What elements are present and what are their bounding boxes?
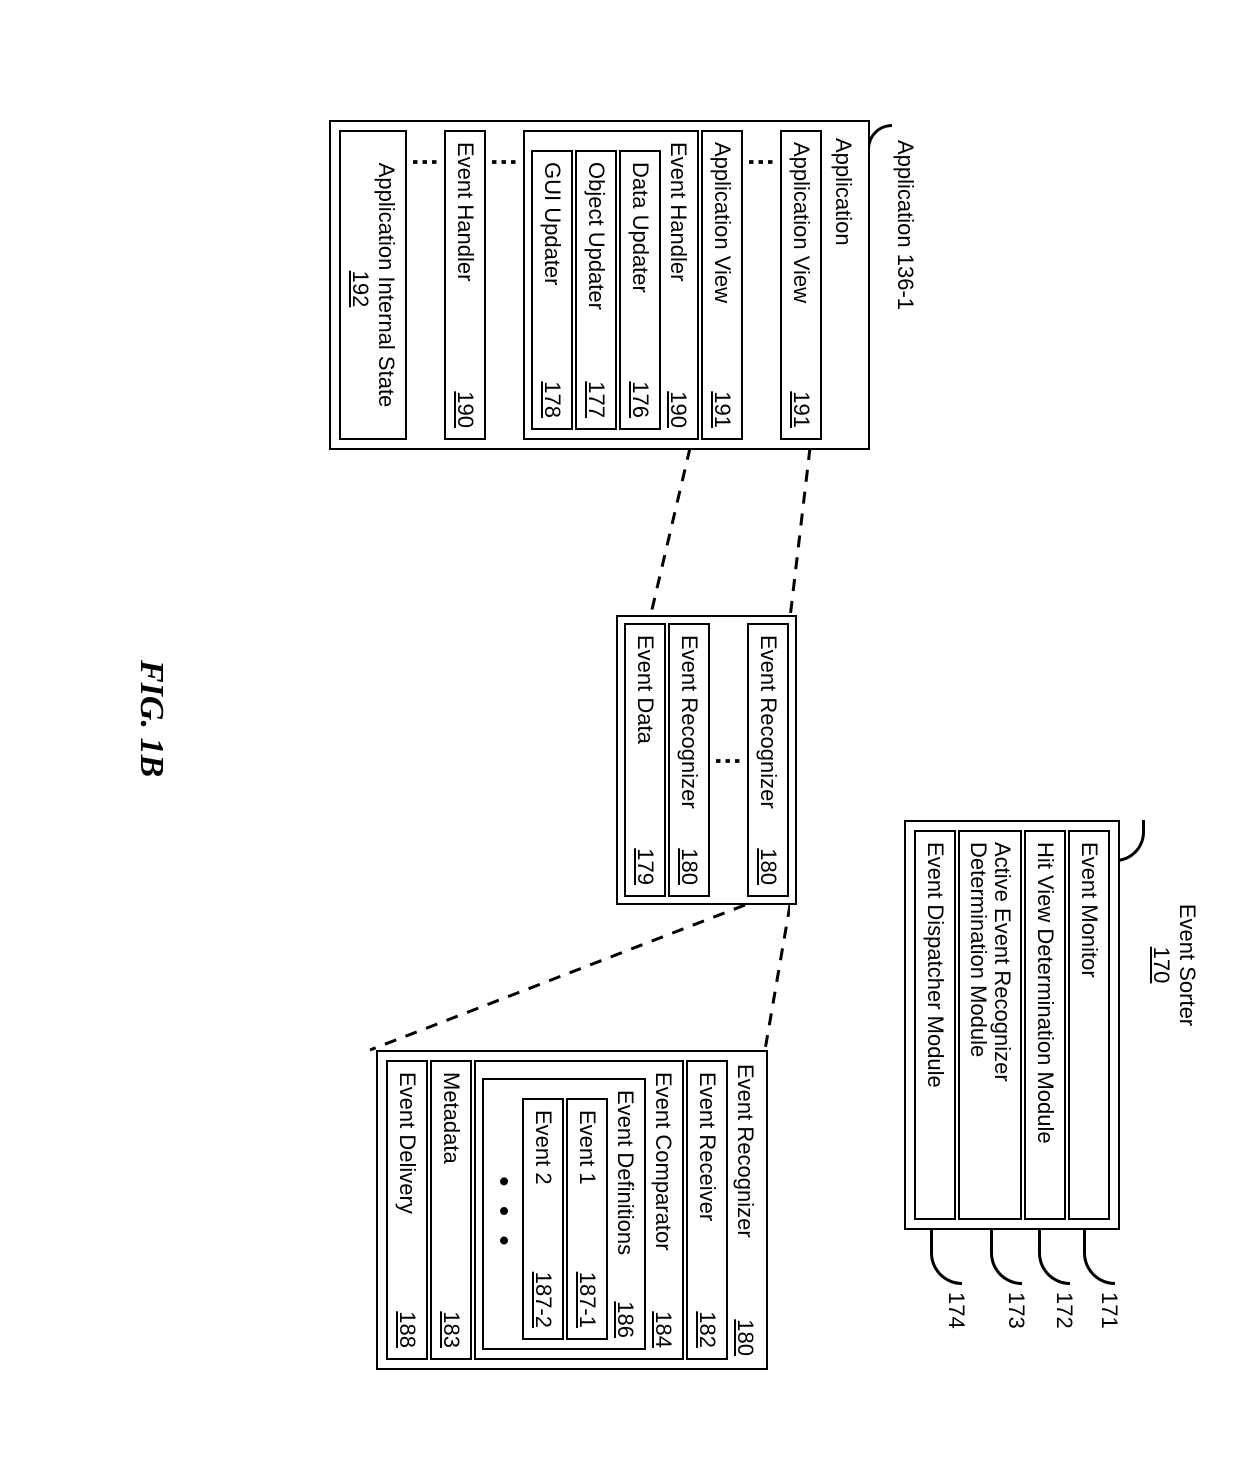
ellipsis-icon: ⋮: [409, 128, 442, 442]
event-dispatcher-row: Event Dispatcher Module: [914, 830, 956, 1220]
event-handler-box: Event Handler 190 Data Updater 176 Objec…: [523, 130, 699, 440]
ref-171: 171: [1096, 1292, 1122, 1329]
event-definitions-box: Event Definitions 186 Event 1 187-1 Even…: [482, 1078, 646, 1350]
event-monitor-row: Event Monitor: [1068, 830, 1110, 1220]
event-data-row: Event Data 179: [624, 623, 666, 897]
event-comparator-box: Event Comparator 184 Event Definitions 1…: [474, 1060, 684, 1360]
event-recognizer-row-2: Event Recognizer 180: [668, 623, 710, 897]
figure-label: FIG. 1B: [132, 660, 170, 777]
event-delivery-row: Event Delivery 188: [386, 1060, 428, 1360]
event-1-row: Event 1 187-1: [566, 1098, 608, 1340]
event-sorter-box: Event Monitor Hit View Determination Mod…: [904, 820, 1120, 1230]
ref-172: 172: [1051, 1292, 1077, 1329]
event-handler-row-2: Event Handler 190: [444, 130, 486, 440]
hit-view-row: Hit View Determination Module: [1024, 830, 1066, 1220]
gui-updater-row: GUI Updater 178: [531, 150, 573, 430]
event-2-row: Event 2 187-2: [522, 1098, 564, 1340]
ellipsis-icon: ⋮: [488, 128, 521, 442]
metadata-row: Metadata 183: [430, 1060, 472, 1360]
application-title: Application 136-1: [892, 140, 918, 310]
object-updater-row: Object Updater 177: [575, 150, 617, 430]
middle-box: Event Recognizer 180 ⋮ Event Recognizer …: [616, 615, 797, 905]
application-header: Application: [824, 128, 862, 442]
application-box: Application Application View 191 ⋮ Appli…: [329, 120, 870, 450]
app-view-1: Application View 191: [780, 130, 822, 440]
internal-state-row: Application Internal State 192: [339, 130, 407, 440]
recognizer-detail-box: Event Recognizer 180 Event Receiver 182 …: [376, 1050, 768, 1370]
ellipsis-icon: ⋮: [712, 621, 745, 899]
event-recognizer-row-1: Event Recognizer 180: [747, 623, 789, 897]
data-updater-row: Data Updater 176: [619, 150, 661, 430]
app-view-2: Application View 191: [701, 130, 743, 440]
ref-174: 174: [943, 1292, 969, 1329]
ellipsis-icon: ⋮: [745, 128, 778, 442]
ref-173: 173: [1003, 1292, 1029, 1329]
active-recognizer-row: Active Event Recognizer Determination Mo…: [958, 830, 1022, 1220]
event-sorter-title: Event Sorter 170: [1148, 885, 1200, 1045]
event-receiver-row: Event Receiver 182: [686, 1060, 728, 1360]
ellipsis-icon: • • •: [488, 1086, 520, 1342]
